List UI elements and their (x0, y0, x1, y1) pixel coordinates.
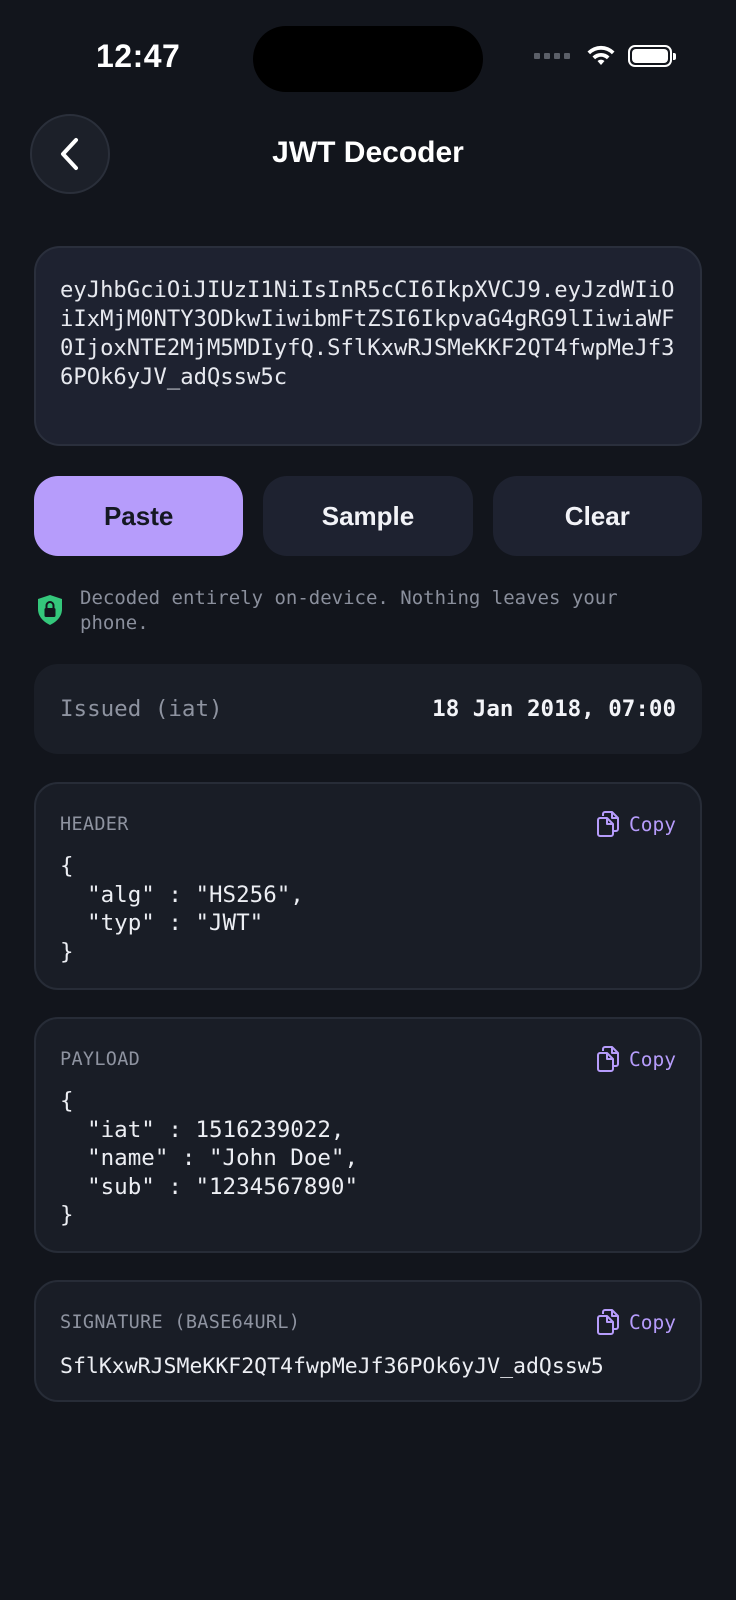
dynamic-island (253, 26, 483, 92)
privacy-note-text: Decoded entirely on-device. Nothing leav… (80, 587, 618, 634)
sample-button[interactable]: Sample (263, 476, 473, 556)
copy-icon (597, 1046, 620, 1072)
payload-json: { "iat" : 1516239022, "name" : "John Doe… (60, 1088, 359, 1228)
clear-button[interactable]: Clear (492, 476, 702, 556)
page-title: JWT Decoder (272, 136, 464, 169)
signature-card: SIGNATURE (BASE64URL) Copy SflKxwRJSMeKK… (34, 1280, 702, 1402)
payload-copy-button[interactable]: Copy (597, 1046, 676, 1072)
issued-value: 18 Jan 2018, 07:00 (432, 696, 676, 722)
signature-copy-button[interactable]: Copy (597, 1309, 676, 1335)
signal-icon (534, 53, 570, 59)
copy-label: Copy (629, 812, 676, 836)
copy-label: Copy (629, 1310, 676, 1334)
battery-icon (628, 45, 676, 67)
privacy-note: Decoded entirely on-device. Nothing leav… (36, 586, 676, 636)
wifi-icon (587, 45, 615, 65)
status-icons (534, 44, 676, 68)
header-label: HEADER (60, 813, 129, 835)
copy-icon (597, 1309, 620, 1335)
status-time: 12:47 (96, 38, 181, 74)
screen: 12:47 JWT Decoder eyJhbGciOiJIUzI1NiIsIn… (0, 0, 736, 1600)
lock-shield-icon (38, 595, 62, 625)
signature-value: SflKxwRJSMeKKF2QT4fwpMeJf36POk6yJV_adQss… (60, 1354, 604, 1379)
payload-card: PAYLOAD Copy { "iat" : 1516239022, "name… (34, 1017, 702, 1253)
payload-label: PAYLOAD (60, 1048, 141, 1070)
header-card: HEADER Copy { "alg" : "HS256", "typ" : "… (34, 782, 702, 990)
token-text[interactable]: eyJhbGciOiJIUzI1NiIsInR5cCI6IkpXVCJ9.eyJ… (60, 276, 676, 392)
action-buttons: Paste Sample Clear (34, 476, 702, 556)
header-json: { "alg" : "HS256", "typ" : "JWT" } (60, 853, 304, 965)
issued-row: Issued (iat) 18 Jan 2018, 07:00 (34, 664, 702, 754)
issued-label: Issued (iat) (60, 696, 223, 722)
paste-button[interactable]: Paste (34, 476, 244, 556)
header-copy-button[interactable]: Copy (597, 811, 676, 837)
signature-label: SIGNATURE (BASE64URL) (60, 1311, 301, 1333)
token-input[interactable]: eyJhbGciOiJIUzI1NiIsInR5cCI6IkpXVCJ9.eyJ… (34, 246, 702, 446)
copy-label: Copy (629, 1047, 676, 1071)
copy-icon (597, 811, 620, 837)
